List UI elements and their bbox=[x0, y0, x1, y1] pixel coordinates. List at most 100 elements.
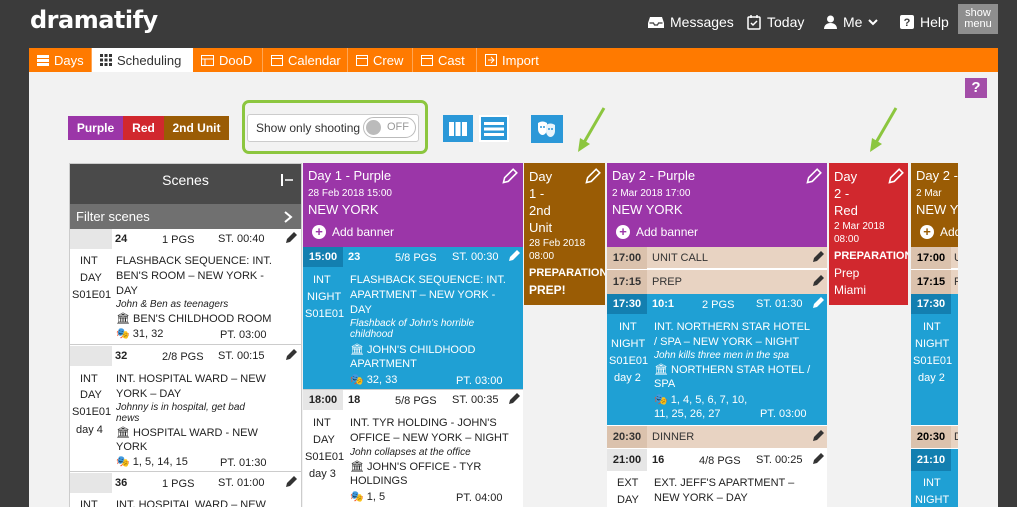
edit-pencil-icon[interactable] bbox=[805, 168, 822, 185]
day-title: Day 1 - Purple bbox=[308, 168, 392, 183]
add-banner-button[interactable]: + Add bbox=[920, 225, 958, 239]
edit-pencil-icon[interactable] bbox=[811, 296, 825, 310]
inbox-icon bbox=[648, 16, 664, 28]
scene-pages: 4/8 PGS bbox=[699, 455, 741, 467]
location-icon: 🏛 bbox=[654, 364, 672, 376]
toggle-state: OFF bbox=[387, 121, 409, 133]
tab-import[interactable]: Import bbox=[477, 48, 557, 72]
edit-pencil-icon[interactable] bbox=[501, 168, 518, 185]
scene-cast: 🎭 1, 5, 14, 15 bbox=[116, 455, 188, 468]
scene-cast: 🎭 31, 32 bbox=[116, 327, 163, 340]
edit-pencil-icon[interactable] bbox=[811, 274, 825, 288]
scene-location-label: SPA bbox=[654, 378, 676, 390]
edit-pencil-icon[interactable] bbox=[887, 168, 904, 185]
edit-pencil-icon[interactable] bbox=[507, 392, 521, 406]
filter-purple-button[interactable]: Purple bbox=[68, 116, 123, 140]
theater-masks-icon: 🎭 bbox=[116, 328, 133, 340]
scene-note: Flashback of John's horrible bbox=[350, 318, 475, 329]
filter-2nd-unit-button[interactable]: 2nd Unit bbox=[164, 116, 229, 140]
day-column-red[interactable]: Day 2 - Red 2 Mar 2018 08:00 PREPARATION… bbox=[829, 163, 908, 305]
event-row[interactable]: 17:00 UNIT CALL bbox=[607, 247, 827, 269]
theater-masks-icon: 🎭 bbox=[654, 394, 671, 406]
prep-label: PREPARATION: bbox=[529, 267, 605, 279]
scene-episode: S01E01 bbox=[72, 289, 112, 301]
scene-number: 24 bbox=[115, 233, 128, 245]
scene-int-ext: INT bbox=[80, 255, 98, 267]
scene-cast-label: 1, 5 bbox=[366, 491, 386, 503]
day-header[interactable]: Day 2 - Purple 2 Mar 2018 17:00 NEW YORK… bbox=[607, 163, 827, 247]
tab-calendar[interactable]: Calendar bbox=[263, 48, 348, 72]
day-header[interactable]: Day 2 - 2 Mar NEW Y + Add bbox=[911, 163, 958, 247]
scene-heading: OFFICE – NEW YORK – NIGHT bbox=[350, 432, 509, 444]
row-time: 20:30 bbox=[911, 426, 951, 448]
scene-day-night: DAY bbox=[80, 272, 102, 284]
scene-number: 32 bbox=[115, 350, 128, 362]
tab-scheduling[interactable]: Scheduling bbox=[92, 48, 193, 72]
filter-scenes[interactable]: Filter scenes bbox=[70, 204, 301, 230]
event-row[interactable]: 17:00 U bbox=[911, 247, 958, 269]
edit-pencil-icon[interactable] bbox=[811, 250, 825, 264]
tab-dood[interactable]: DooD bbox=[193, 48, 263, 72]
scene-card[interactable]: 32 2/8 PGS ST. 00:15 INT DAY S01E01 day … bbox=[70, 346, 301, 472]
scene-int-ext: INT bbox=[80, 373, 98, 385]
today-label: Today bbox=[767, 14, 805, 30]
edit-pencil-icon[interactable] bbox=[284, 475, 298, 489]
edit-pencil-icon[interactable] bbox=[284, 348, 298, 362]
event-row[interactable]: 20:30 DINNER bbox=[607, 426, 827, 448]
row-time: 17:00 bbox=[607, 247, 647, 269]
filter-scenes-label: Filter scenes bbox=[76, 209, 150, 224]
add-banner-label: Add bbox=[940, 225, 958, 239]
tab-crew[interactable]: Crew bbox=[348, 48, 413, 72]
event-row[interactable]: 20:30 D bbox=[911, 426, 958, 448]
scene-location: 🏛 BEN'S CHILDHOOD ROOM bbox=[116, 312, 271, 325]
day-header[interactable]: Day 1 - Purple 28 Feb 2018 15:00 NEW YOR… bbox=[303, 163, 523, 247]
show-menu-button[interactable]: show menu bbox=[958, 4, 998, 34]
me-menu[interactable]: Me bbox=[824, 14, 879, 30]
edit-pencil-icon[interactable] bbox=[507, 249, 521, 263]
tab-days[interactable]: Days bbox=[29, 48, 92, 72]
rows-view-button[interactable] bbox=[479, 115, 509, 142]
tab-cast[interactable]: Cast bbox=[413, 48, 477, 72]
scene-row[interactable]: 17:30 INT NIGHT S01E01 day 2 bbox=[911, 294, 958, 425]
scene-row[interactable]: 15:00 23 5/8 PGS ST. 00:30 INT NIGHT S01… bbox=[303, 247, 523, 389]
app-logo[interactable]: dramatify bbox=[30, 6, 158, 34]
scene-row[interactable]: 17:30 10:1 2 PGS ST. 01:30 INT NIGHT S01… bbox=[607, 294, 827, 425]
day-column-2nd-unit[interactable]: Day 1 - 2nd Unit 28 Feb 2018 08:00 PREPA… bbox=[524, 163, 605, 305]
help-button[interactable]: ? bbox=[965, 78, 987, 98]
add-banner-button[interactable]: + Add banner bbox=[312, 225, 394, 239]
scenes-title: Scenes bbox=[162, 172, 209, 188]
collapse-icon[interactable] bbox=[281, 174, 293, 186]
event-row[interactable]: 17:15 P bbox=[911, 270, 958, 294]
user-icon bbox=[824, 15, 837, 29]
scene-row[interactable]: 21:00 16 4/8 PGS ST. 00:25 EXT DAY EXT. … bbox=[607, 449, 827, 507]
prep-value: PREP! bbox=[529, 283, 566, 297]
columns-icon bbox=[449, 121, 467, 136]
filter-red-button[interactable]: Red bbox=[123, 116, 164, 140]
help-link[interactable]: ? Help bbox=[900, 14, 949, 30]
scene-card[interactable]: 36 1 PGS ST. 01:00 INT INT. HOSPITAL WAR… bbox=[70, 473, 301, 507]
messages-link[interactable]: Messages bbox=[648, 14, 734, 30]
day-title-line: 2 - bbox=[834, 186, 850, 201]
scene-row[interactable]: 18:00 18 5/8 PGS ST. 00:35 INT DAY S01E0… bbox=[303, 389, 523, 507]
scene-row[interactable]: 21:10 INT NIGHT bbox=[911, 449, 958, 507]
scene-location-label: JOHN'S CHILDHOOD bbox=[367, 344, 476, 356]
row-time: 21:10 bbox=[911, 449, 951, 471]
pointer-arrow-icon bbox=[578, 107, 606, 152]
scene-card[interactable]: 24 1 PGS ST. 00:40 INT DAY S01E01 FLASHB… bbox=[70, 229, 301, 345]
edit-pencil-icon[interactable] bbox=[284, 231, 298, 245]
columns-view-button[interactable] bbox=[443, 115, 473, 142]
cast-view-button[interactable] bbox=[531, 115, 563, 143]
edit-pencil-icon[interactable] bbox=[584, 168, 601, 185]
scene-number: 36 bbox=[115, 477, 128, 489]
today-link[interactable]: Today bbox=[747, 14, 804, 30]
scene-location-label: HOSPITAL WARD - NEW bbox=[133, 427, 258, 439]
chevron-down-icon bbox=[868, 18, 879, 25]
add-banner-button[interactable]: + Add banner bbox=[616, 225, 698, 239]
scene-shoot-day: day 4 bbox=[76, 424, 103, 436]
edit-pencil-icon[interactable] bbox=[811, 452, 825, 466]
event-row[interactable]: 17:15 PREP bbox=[607, 270, 827, 294]
scene-number: 10:1 bbox=[652, 298, 675, 310]
edit-pencil-icon[interactable] bbox=[811, 429, 825, 443]
scene-note: childhood bbox=[350, 329, 393, 340]
show-only-shooting-toggle[interactable]: OFF bbox=[363, 117, 416, 138]
